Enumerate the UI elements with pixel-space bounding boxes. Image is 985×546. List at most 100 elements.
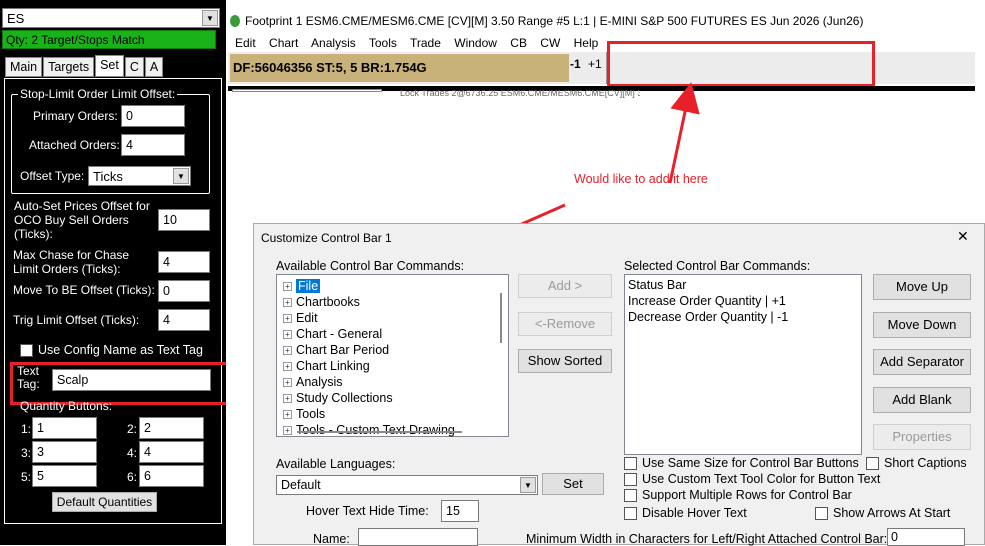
list-item[interactable]: Status Bar (628, 277, 858, 293)
same-size-option[interactable]: Use Same Size for Control Bar Buttons (624, 456, 859, 470)
short-captions-option[interactable]: Short Captions (866, 456, 967, 470)
menu-help[interactable]: Help (574, 36, 599, 50)
tree-item[interactable]: + Tools (283, 406, 508, 422)
auto-set-input[interactable]: 10 (158, 209, 210, 231)
multiple-rows-option[interactable]: Support Multiple Rows for Control Bar (624, 488, 852, 502)
show-arrows-label: Show Arrows At Start (833, 506, 951, 520)
menu-chart[interactable]: Chart (269, 36, 298, 50)
expand-icon[interactable]: + (283, 425, 292, 435)
properties-button[interactable]: Properties (873, 424, 971, 450)
expand-icon[interactable]: + (283, 377, 292, 387)
qty-5-label: 5: (21, 470, 32, 484)
expand-icon[interactable]: + (283, 345, 292, 355)
custom-text-color-option[interactable]: Use Custom Text Tool Color for Button Te… (624, 472, 880, 486)
move-down-button[interactable]: Move Down (873, 312, 971, 338)
tree-item-label: File (296, 279, 321, 293)
show-arrows-checkbox[interactable] (815, 506, 828, 520)
tree-item[interactable]: + Tools - Custom Text Drawing (283, 422, 508, 438)
qty-1-input[interactable]: 1 (32, 417, 97, 439)
offset-type-select[interactable]: Ticks ▼ (88, 166, 191, 186)
expand-icon[interactable]: + (283, 281, 292, 291)
chevron-down-icon[interactable]: ▼ (202, 10, 218, 26)
decrease-qty-button[interactable]: -1 (570, 57, 581, 71)
tab-main[interactable]: Main (5, 57, 43, 77)
tab-c[interactable]: C (124, 57, 144, 77)
add-button[interactable]: Add > (518, 274, 612, 298)
disable-hover-checkbox[interactable] (624, 506, 637, 520)
tree-item[interactable]: + Chart Linking (283, 358, 508, 374)
expand-icon[interactable]: + (283, 329, 292, 339)
default-quantities-button[interactable]: Default Quantities (52, 492, 157, 512)
use-config-row[interactable]: Use Config Name as Text Tag (20, 343, 203, 357)
tab-targets[interactable]: Targets (43, 57, 95, 77)
tree-hscroll-thumb[interactable] (297, 431, 462, 433)
tree-item[interactable]: + Edit (283, 310, 508, 326)
chart-scroll-strip (232, 89, 382, 92)
symbol-select[interactable]: ES ▼ (2, 8, 220, 28)
trig-limit-input[interactable]: 4 (158, 309, 210, 331)
hover-hide-time-input[interactable]: 15 (441, 500, 479, 522)
tree-item-label: Chartbooks (296, 295, 360, 309)
qty-3-input[interactable]: 3 (32, 441, 97, 463)
qty-4-input[interactable]: 4 (139, 441, 204, 463)
set-language-button[interactable]: Set (542, 473, 604, 495)
expand-icon[interactable]: + (283, 361, 292, 371)
expand-icon[interactable]: + (283, 297, 292, 307)
show-arrows-option[interactable]: Show Arrows At Start (815, 506, 950, 520)
menu-tools[interactable]: Tools (369, 36, 397, 50)
menu-cb[interactable]: CB (510, 36, 527, 50)
multiple-rows-checkbox[interactable] (624, 488, 637, 502)
tree-item[interactable]: + Chart - General (283, 326, 508, 342)
menu-analysis[interactable]: Analysis (311, 36, 356, 50)
add-blank-button[interactable]: Add Blank (873, 387, 971, 413)
tree-item-label: Chart Linking (296, 359, 370, 373)
use-config-checkbox[interactable] (20, 343, 33, 357)
move-up-button[interactable]: Move Up (873, 274, 971, 300)
qty-6-input[interactable]: 6 (139, 465, 204, 487)
attached-orders-input[interactable]: 4 (121, 134, 185, 156)
chevron-down-icon[interactable]: ▼ (520, 477, 536, 493)
auto-set-label: Auto-Set Prices Offset for OCO Buy Sell … (14, 199, 150, 241)
menu-window[interactable]: Window (454, 36, 497, 50)
custom-text-color-checkbox[interactable] (624, 472, 637, 486)
primary-orders-input[interactable]: 0 (121, 105, 185, 127)
tab-a[interactable]: A (144, 57, 164, 77)
tab-set[interactable]: Set (95, 55, 124, 77)
tree-item[interactable]: + File (283, 278, 508, 294)
close-icon[interactable]: ✕ (957, 228, 969, 245)
expand-icon[interactable]: + (283, 313, 292, 323)
tree-item[interactable]: + Analysis (283, 374, 508, 390)
language-select[interactable]: Default ▼ (276, 475, 538, 495)
menu-cw[interactable]: CW (540, 36, 560, 50)
available-commands-tree[interactable]: + File + Chartbooks + Edit + Chart - General + Ch… (276, 274, 509, 437)
same-size-checkbox[interactable] (624, 456, 637, 470)
add-separator-button[interactable]: Add Separator (873, 349, 971, 375)
tree-item[interactable]: + Chartbooks (283, 294, 508, 310)
tree-item[interactable]: + Study Collections (283, 390, 508, 406)
qty-5-input[interactable]: 5 (32, 465, 97, 487)
remove-button[interactable]: <-Remove (518, 312, 612, 336)
trig-limit-label: Trig Limit Offset (Ticks): (13, 313, 140, 327)
quantity-buttons-label: Quantity Buttons: (20, 399, 113, 413)
selected-commands-list[interactable]: Status Bar Increase Order Quantity | +1 … (624, 274, 862, 455)
expand-icon[interactable]: + (283, 393, 292, 403)
expand-icon[interactable]: + (283, 409, 292, 419)
list-item[interactable]: Decrease Order Quantity | -1 (628, 309, 858, 325)
list-item[interactable]: Increase Order Quantity | +1 (628, 293, 858, 309)
show-sorted-button[interactable]: Show Sorted (518, 349, 612, 373)
max-chase-input[interactable]: 4 (158, 251, 210, 273)
max-chase-label: Max Chase for Chase Limit Orders (Ticks)… (13, 248, 130, 276)
chevron-down-icon[interactable]: ▼ (173, 168, 189, 184)
menu-edit[interactable]: Edit (235, 36, 256, 50)
qty-2-input[interactable]: 2 (139, 417, 204, 439)
tree-item[interactable]: + Chart Bar Period (283, 342, 508, 358)
name-input[interactable] (358, 528, 478, 546)
control-bar-status: DF:56046356 ST:5, 5 BR:1.754G (230, 54, 569, 82)
min-width-input[interactable]: 0 (887, 528, 965, 546)
increase-qty-button[interactable]: +1 (588, 57, 602, 71)
short-captions-checkbox[interactable] (866, 456, 879, 470)
move-be-input[interactable]: 0 (158, 280, 210, 302)
tree-vscroll-thumb[interactable] (500, 293, 502, 343)
menu-trade[interactable]: Trade (410, 36, 441, 50)
disable-hover-option[interactable]: Disable Hover Text (624, 506, 747, 520)
